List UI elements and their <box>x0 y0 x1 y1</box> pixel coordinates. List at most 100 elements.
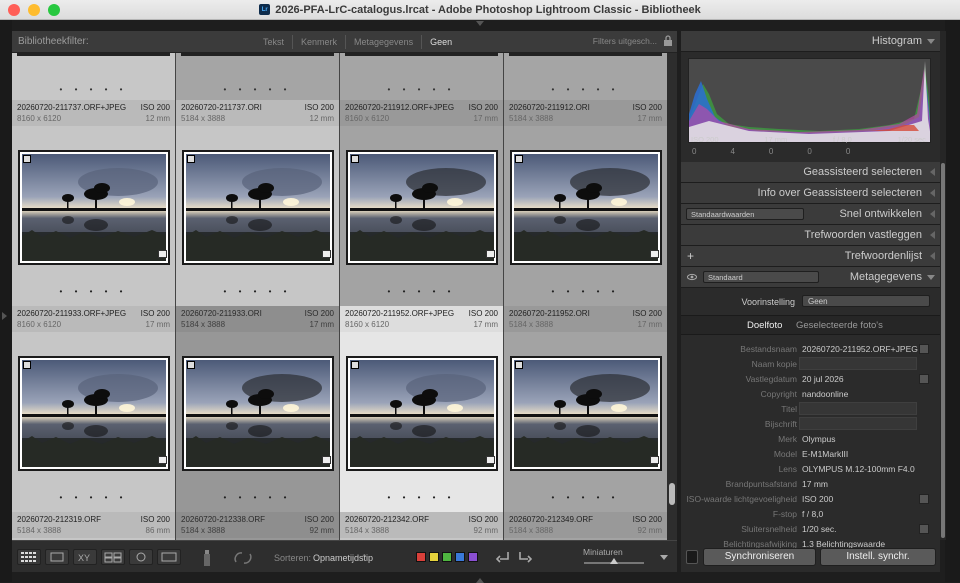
auto-sync-switch[interactable] <box>686 550 698 564</box>
assisted-select-header[interactable]: Geassisteerd selecteren <box>681 162 940 183</box>
filter-presets-dropdown[interactable]: Filters uitgesch... <box>593 36 657 46</box>
right-panel-scrollbar[interactable] <box>940 31 946 540</box>
expand-arrow-icon[interactable] <box>930 252 935 260</box>
quick-develop-preset-select[interactable]: Standaardwaarden <box>686 208 804 220</box>
crop-badge-icon[interactable] <box>351 361 359 369</box>
field-action-button[interactable] <box>919 494 929 504</box>
survey-view-button[interactable] <box>101 549 125 565</box>
crop-badge-icon[interactable] <box>23 361 31 369</box>
grid-view-button[interactable] <box>17 549 41 565</box>
top-panel-toggle-icon[interactable] <box>476 21 484 30</box>
color-label-swatch[interactable] <box>429 552 439 562</box>
expand-arrow-icon[interactable] <box>930 168 935 176</box>
grid-cell[interactable]: 20260720-211952.ORI ISO 200 5184 x 3888 17 … <box>504 306 667 512</box>
filter-tab-attribute[interactable]: Kenmerk <box>292 35 345 49</box>
metadata-badge-icon[interactable] <box>322 250 331 258</box>
field-input[interactable] <box>799 417 917 430</box>
rotate-right-icon[interactable] <box>516 549 532 565</box>
expand-arrow-icon[interactable] <box>930 231 935 239</box>
histogram-header[interactable]: Histogram <box>681 31 940 52</box>
keywording-header[interactable]: Trefwoorden vastleggen <box>681 225 940 246</box>
thumbnail[interactable] <box>182 150 334 265</box>
grid-cell[interactable]: • • • • • <box>504 53 667 100</box>
field-action-button[interactable] <box>919 524 929 534</box>
eye-icon[interactable] <box>687 272 697 282</box>
minimize-button[interactable] <box>28 4 40 16</box>
field-input[interactable] <box>799 402 917 415</box>
color-label-swatch[interactable] <box>416 552 426 562</box>
thumbnail[interactable] <box>510 356 662 471</box>
color-label-swatch[interactable] <box>442 552 452 562</box>
metadata-badge-icon[interactable] <box>158 456 167 464</box>
right-panel-scrollbar-thumb[interactable] <box>941 163 945 538</box>
grid-cell[interactable]: 20260720-211912.ORI ISO 200 5184 x 3888 17 … <box>504 100 667 306</box>
sync-settings-button[interactable]: Instell. synchr. <box>820 548 936 566</box>
metadata-badge-icon[interactable] <box>650 250 659 258</box>
grid-cell[interactable]: 20260720-212342.ORF ISO 200 5184 x 3888 92 … <box>340 512 504 540</box>
grid-cell[interactable]: 20260720-211952.ORF+JPEG ISO 200 8160 x 61… <box>340 306 504 512</box>
left-panel-toggle[interactable] <box>0 20 12 582</box>
thumbnail[interactable] <box>182 356 334 471</box>
expand-arrow-icon[interactable] <box>930 210 935 218</box>
grid-cell[interactable]: • • • • • <box>340 53 504 100</box>
color-label-swatch[interactable] <box>455 552 465 562</box>
grid-cell[interactable]: • • • • • <box>12 53 176 100</box>
field-input[interactable] <box>799 357 917 370</box>
crop-badge-icon[interactable] <box>515 155 523 163</box>
crop-badge-icon[interactable] <box>187 361 195 369</box>
thumbnail[interactable] <box>346 356 498 471</box>
grid-cell[interactable]: • • • • • <box>176 53 340 100</box>
metadata-badge-icon[interactable] <box>486 456 495 464</box>
grid-cell[interactable]: 20260720-211933.ORI ISO 200 5184 x 3888 17 … <box>176 306 340 512</box>
crop-badge-icon[interactable] <box>515 361 523 369</box>
close-button[interactable] <box>8 4 20 16</box>
field-action-button[interactable] <box>919 344 929 354</box>
crop-badge-icon[interactable] <box>187 155 195 163</box>
preset-select[interactable]: Geen <box>802 295 930 307</box>
grid-cell[interactable]: 20260720-211737.ORF+JPEG ISO 200 8160 x 61… <box>12 100 176 306</box>
tab-selected-photos[interactable]: Geselecteerde foto's <box>796 320 883 331</box>
slideshow-button[interactable] <box>157 549 181 565</box>
grid-cell[interactable]: 20260720-212319.ORF ISO 200 5184 x 3888 86 … <box>12 512 176 540</box>
metadata-view-select[interactable]: Standaard <box>703 271 819 283</box>
loupe-view-button[interactable] <box>45 549 69 565</box>
grid-cell[interactable]: 20260720-211737.ORI ISO 200 5184 x 3888 12 … <box>176 100 340 306</box>
color-label-swatch[interactable] <box>468 552 478 562</box>
grid-scrollbar[interactable] <box>667 53 677 540</box>
metadata-badge-icon[interactable] <box>486 250 495 258</box>
crop-badge-icon[interactable] <box>23 155 31 163</box>
rotate-left-icon[interactable] <box>496 549 512 565</box>
filter-tab-metadata[interactable]: Metagegevens <box>345 35 421 49</box>
grid-cell[interactable]: 20260720-212338.ORF ISO 200 5184 x 3888 92 … <box>176 512 340 540</box>
sort-chevron-icon[interactable]: ⌃ <box>361 553 368 562</box>
zoom-button[interactable] <box>48 4 60 16</box>
filter-tab-none[interactable]: Geen <box>421 35 460 49</box>
thumbnail[interactable] <box>18 150 170 265</box>
crop-badge-icon[interactable] <box>351 155 359 163</box>
compare-view-button[interactable]: XY <box>73 549 97 565</box>
quick-develop-header[interactable]: Standaardwaarden Snel ontwikkelen <box>681 204 940 225</box>
collapse-arrow-icon[interactable] <box>927 39 935 48</box>
keyword-list-header[interactable]: + Trefwoordenlijst <box>681 246 940 267</box>
grid-scrollbar-thumb[interactable] <box>669 483 675 505</box>
thumbnail[interactable] <box>18 356 170 471</box>
filter-tab-text[interactable]: Tekst <box>255 35 292 49</box>
expand-arrow-icon[interactable] <box>930 189 935 197</box>
metadata-badge-icon[interactable] <box>158 250 167 258</box>
assisted-info-header[interactable]: Info over Geassisteerd selecteren <box>681 183 940 204</box>
thumbnail-size-knob[interactable] <box>610 558 618 564</box>
field-action-button[interactable] <box>919 374 929 384</box>
grid-cell[interactable]: 20260720-211933.ORF+JPEG ISO 200 8160 x 61… <box>12 306 176 512</box>
metadata-badge-icon[interactable] <box>650 456 659 464</box>
lock-icon[interactable] <box>663 35 673 47</box>
metadata-badge-icon[interactable] <box>322 456 331 464</box>
spray-can-icon[interactable] <box>202 549 212 567</box>
plus-icon[interactable]: + <box>687 249 694 263</box>
histogram-graph[interactable] <box>688 58 931 143</box>
people-view-button[interactable] <box>129 549 153 565</box>
collapse-arrow-icon[interactable] <box>927 275 935 284</box>
sync-metadata-button[interactable]: Synchroniseren <box>703 548 816 566</box>
thumbnail[interactable] <box>510 150 662 265</box>
metadata-header[interactable]: Standaard Metagegevens <box>681 267 940 288</box>
thumbnail[interactable] <box>346 150 498 265</box>
